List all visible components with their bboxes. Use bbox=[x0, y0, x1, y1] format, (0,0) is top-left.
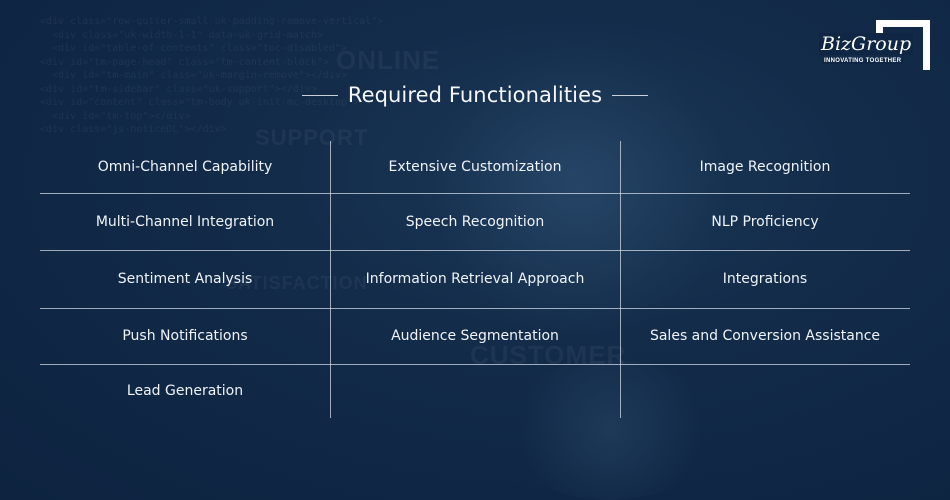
title-row: Required Functionalities bbox=[0, 80, 950, 110]
bizgroup-logo: BizGroup INNOVATING TOGETHER bbox=[816, 20, 931, 72]
functionalities-grid: Omni-Channel Capability Extensive Customi… bbox=[40, 141, 910, 418]
logo-wordmark: BizGroup bbox=[819, 33, 914, 55]
functionality-item: Sentiment Analysis bbox=[117, 271, 253, 287]
logo-tagline: INNOVATING TOGETHER bbox=[822, 58, 904, 64]
functionality-item: Image Recognition bbox=[699, 159, 831, 175]
functionality-item: Omni-Channel Capability bbox=[97, 159, 273, 175]
background-word: ONLINE bbox=[336, 45, 441, 75]
title-divider-right bbox=[612, 94, 649, 96]
page-title: Required Functionalities bbox=[347, 83, 603, 107]
functionality-item: Lead Generation bbox=[126, 383, 244, 399]
functionality-item: Sales and Conversion Assistance bbox=[649, 328, 881, 344]
background-code-text: <div class="row-gutter-small uk-padding-… bbox=[40, 16, 384, 135]
functionality-item: Information Retrieval Approach bbox=[365, 271, 585, 287]
logo-bracket-icon bbox=[876, 20, 930, 27]
logo-bracket-icon bbox=[876, 20, 883, 33]
functionality-item: Multi-Channel Integration bbox=[95, 213, 275, 230]
functionality-item: Audience Segmentation bbox=[391, 328, 559, 344]
title-divider-left bbox=[301, 94, 338, 96]
functionality-item: Extensive Customization bbox=[388, 159, 562, 175]
functionality-item: Integrations bbox=[722, 271, 808, 287]
functionality-item: NLP Proficiency bbox=[711, 213, 819, 230]
functionality-item: Speech Recognition bbox=[405, 213, 545, 230]
logo-bracket-icon bbox=[923, 20, 930, 70]
functionality-item: Push Notifications bbox=[122, 328, 248, 344]
